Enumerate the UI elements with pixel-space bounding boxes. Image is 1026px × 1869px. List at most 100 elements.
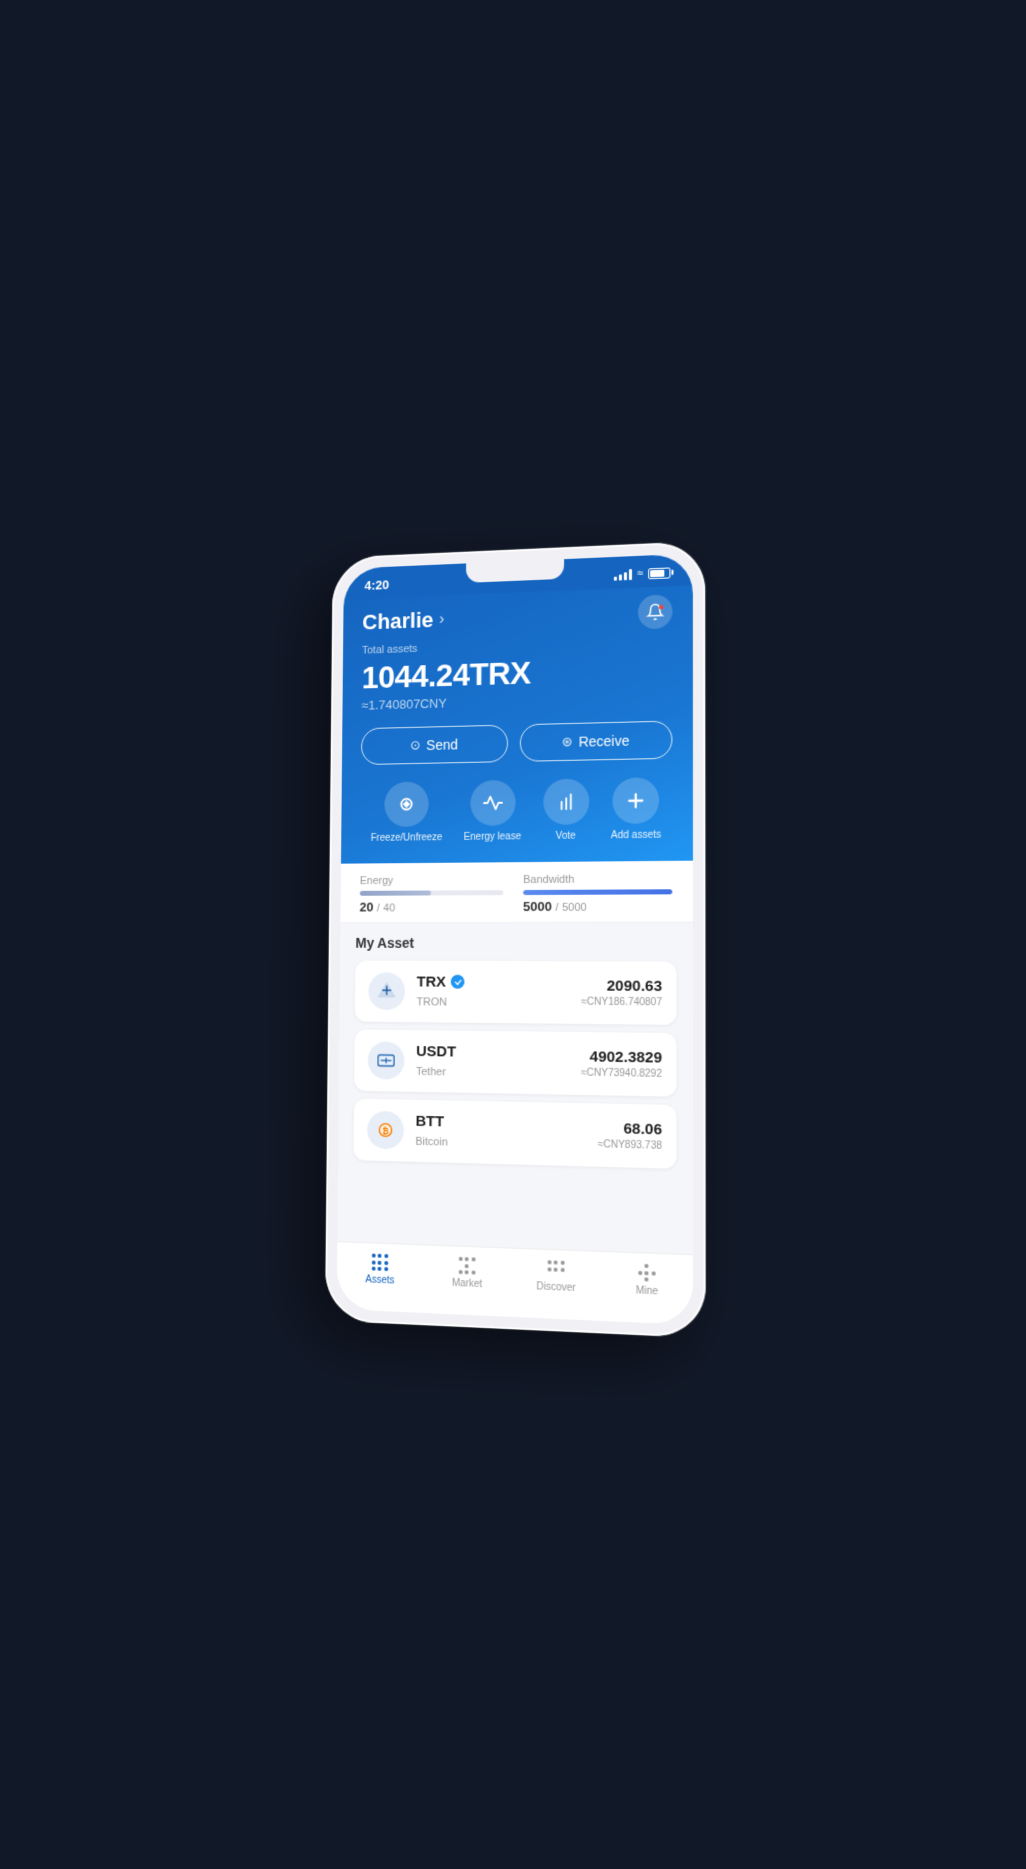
action-buttons: ⊙ Send ⊛ Receive [361, 720, 673, 765]
send-button[interactable]: ⊙ Send [361, 724, 508, 765]
signal-icon [614, 568, 632, 581]
usdt-amount: 4902.3829 [581, 1048, 662, 1066]
trx-name: TRON [416, 995, 446, 1007]
energy-resource-label: Energy [360, 874, 504, 887]
resources-grid: Energy 20 / 40 Bandwidth [360, 873, 673, 914]
status-time: 4:20 [364, 576, 389, 591]
assets-section: My Asset [337, 922, 693, 1253]
quick-actions: Freeze/Unfreeze Energy lease [360, 776, 672, 843]
bandwidth-bar-bg [523, 889, 672, 895]
scene: 4:20 ≈ Charlie [0, 0, 1026, 1869]
lock-icon [396, 793, 417, 815]
phone-wrapper: 4:20 ≈ Charlie [325, 540, 706, 1337]
trx-icon [368, 972, 405, 1010]
receive-button[interactable]: ⊛ Receive [520, 720, 673, 761]
vote-action[interactable]: Vote [543, 778, 589, 842]
notification-button[interactable] [638, 594, 673, 629]
asset-item-trx[interactable]: TRX TRON 2090.63 [355, 960, 677, 1024]
nav-discover-label: Discover [536, 1281, 575, 1294]
usdt-icon [368, 1041, 405, 1079]
vote-icon [555, 790, 577, 812]
notch [466, 559, 564, 583]
energy-bar-bg [360, 890, 504, 896]
vote-label: Vote [556, 830, 576, 841]
btt-name: Bitcoin [415, 1135, 447, 1148]
resources-section: Energy 20 / 40 Bandwidth [340, 860, 693, 923]
btt-info: BTT Bitcoin [415, 1112, 585, 1153]
freeze-label: Freeze/Unfreeze [371, 832, 443, 844]
hero-section: Charlie › Total assets 1044.24TRX [341, 585, 693, 863]
status-icons: ≈ [614, 566, 671, 580]
usdt-cny: ≈CNY73940.8292 [581, 1067, 662, 1080]
nav-discover[interactable]: Discover [526, 1259, 587, 1303]
add-assets-label: Add assets [611, 829, 661, 841]
energy-resource: Energy 20 / 40 [360, 874, 504, 914]
usdt-name-row: USDT [416, 1042, 569, 1061]
phone-device: 4:20 ≈ Charlie [325, 540, 706, 1337]
trx-amount: 2090.63 [581, 977, 662, 995]
trx-name-row: TRX [417, 973, 570, 991]
trx-cny: ≈CNY186.740807 [581, 996, 662, 1008]
assets-title: My Asset [355, 935, 676, 951]
trx-logo [376, 980, 397, 1002]
add-icon-circle [613, 777, 660, 824]
bottom-nav: Assets Market [337, 1241, 693, 1325]
nav-assets-label: Assets [365, 1274, 394, 1286]
bandwidth-resource: Bandwidth 5000 / 5000 [523, 873, 672, 914]
nav-market[interactable]: Market [437, 1255, 497, 1299]
receive-icon: ⊛ [562, 733, 573, 749]
trx-symbol: TRX [417, 973, 446, 990]
energy-value: 20 / 40 [360, 899, 504, 914]
send-icon: ⊙ [410, 737, 421, 753]
usdt-info: USDT Tether [416, 1042, 569, 1081]
discover-nav-icon [547, 1260, 565, 1279]
wifi-icon: ≈ [637, 567, 643, 579]
btt-cny: ≈CNY893.738 [598, 1139, 662, 1152]
freeze-action[interactable]: Freeze/Unfreeze [371, 781, 443, 844]
check-icon [453, 977, 462, 986]
battery-icon [648, 566, 670, 578]
asset-list: TRX TRON 2090.63 [353, 960, 676, 1168]
btt-icon: ₿ [367, 1110, 404, 1149]
market-nav-icon [458, 1256, 476, 1275]
trx-amounts: 2090.63 ≈CNY186.740807 [581, 977, 662, 1008]
energy-action[interactable]: Energy lease [464, 779, 522, 842]
trx-verified-badge [451, 974, 465, 988]
svg-text:₿: ₿ [382, 1126, 389, 1135]
assets-nav-icon [371, 1253, 389, 1272]
btt-logo: ₿ [375, 1118, 396, 1140]
usdt-symbol: USDT [416, 1042, 456, 1059]
btt-name-row: BTT [416, 1112, 586, 1133]
usdt-name: Tether [416, 1065, 446, 1077]
add-assets-action[interactable]: Add assets [611, 777, 661, 841]
usdt-amounts: 4902.3829 ≈CNY73940.8292 [581, 1048, 662, 1080]
bandwidth-resource-label: Bandwidth [523, 873, 672, 886]
nav-market-label: Market [452, 1277, 482, 1289]
bandwidth-bar-fill [523, 889, 672, 895]
mine-nav-icon [638, 1263, 657, 1282]
usdt-logo [375, 1049, 396, 1071]
account-name-text: Charlie [362, 607, 433, 635]
asset-item-btt[interactable]: ₿ BTT Bitcoin 68.06 ≈CN [353, 1098, 676, 1168]
btt-symbol: BTT [416, 1112, 445, 1130]
activity-icon [482, 791, 504, 813]
btt-amount: 68.06 [598, 1119, 662, 1138]
nav-mine[interactable]: Mine [616, 1262, 678, 1307]
vote-icon-circle [543, 778, 589, 825]
energy-label: Energy lease [464, 831, 521, 843]
chevron-right-icon: › [439, 610, 444, 628]
phone-screen: 4:20 ≈ Charlie [337, 553, 693, 1325]
btt-amounts: 68.06 ≈CNY893.738 [598, 1119, 662, 1151]
asset-item-usdt[interactable]: USDT Tether 4902.3829 ≈CNY73940.8292 [354, 1029, 676, 1096]
nav-assets[interactable]: Assets [351, 1252, 410, 1295]
bell-icon [646, 602, 664, 621]
account-name[interactable]: Charlie › [362, 607, 444, 635]
freeze-icon-circle [384, 781, 429, 827]
hero-top: Charlie › [362, 594, 672, 639]
bandwidth-value: 5000 / 5000 [523, 898, 672, 914]
trx-info: TRX TRON [416, 973, 569, 1011]
energy-bar-fill [360, 890, 431, 895]
total-amount: 1044.24TRX [362, 650, 673, 696]
energy-icon-circle [470, 779, 515, 825]
nav-mine-label: Mine [636, 1285, 658, 1297]
